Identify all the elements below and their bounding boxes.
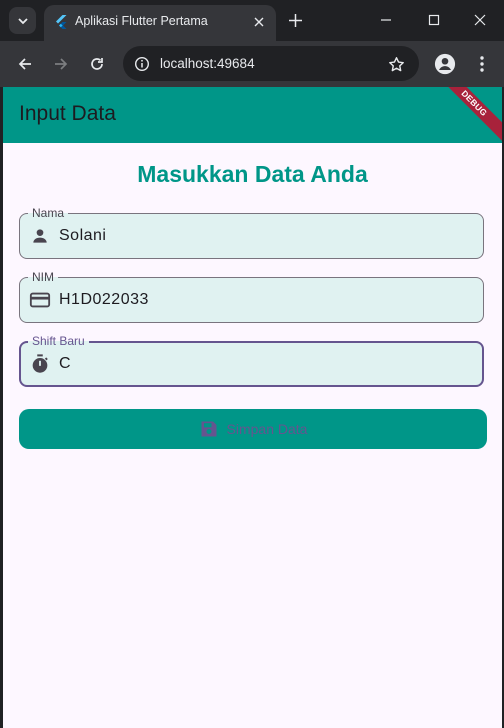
maximize-button[interactable]	[417, 6, 451, 34]
plus-icon	[288, 13, 302, 27]
maximize-icon	[428, 14, 440, 26]
timer-icon	[29, 353, 51, 375]
browser-menu-button[interactable]	[470, 52, 494, 76]
shift-baru-field[interactable]: Shift Baru C	[19, 334, 484, 387]
field-value: H1D022033	[59, 291, 149, 308]
new-tab-button[interactable]	[284, 9, 306, 31]
app-bar-title: Input Data	[19, 102, 116, 125]
person-icon	[29, 225, 51, 247]
tab-strip: Aplikasi Flutter Pertama	[0, 0, 504, 41]
debug-banner: DEBUG	[434, 87, 502, 144]
minimize-icon	[381, 19, 391, 21]
page-heading: Masukkan Data Anda	[137, 161, 368, 187]
more-vert-icon	[480, 56, 484, 72]
bookmark-button[interactable]	[385, 53, 407, 75]
close-icon	[474, 14, 486, 26]
field-label: NIM	[28, 270, 58, 284]
arrow-left-icon	[18, 58, 31, 70]
browser-tab[interactable]: Aplikasi Flutter Pertama	[44, 5, 276, 41]
close-icon	[254, 17, 264, 27]
app-bar: Input Data DEBUG	[3, 87, 502, 144]
close-window-button[interactable]	[463, 6, 497, 34]
tab-search-button[interactable]	[9, 7, 36, 34]
reload-icon	[91, 58, 103, 70]
flutter-logo-icon	[56, 15, 67, 29]
field-label: Shift Baru	[28, 334, 89, 348]
forward-button[interactable]	[47, 50, 75, 78]
tab-title: Aplikasi Flutter Pertama	[75, 14, 208, 28]
browser-toolbar: localhost:49684	[0, 41, 504, 87]
account-icon	[434, 53, 456, 75]
reload-button[interactable]	[83, 50, 111, 78]
star-icon	[388, 56, 404, 71]
field-label: Nama	[28, 206, 69, 220]
nama-field[interactable]: Nama Solani	[19, 206, 484, 259]
field-value: C	[59, 355, 72, 372]
tune-icon	[134, 56, 150, 72]
app-viewport: Input Data DEBUG Masukkan Data Anda Nama…	[3, 87, 502, 728]
address-bar[interactable]: localhost:49684	[123, 46, 419, 81]
simpan-data-button[interactable]: Simpan Data	[19, 409, 487, 449]
url-text: localhost:49684	[160, 56, 255, 71]
credit-card-icon	[29, 289, 51, 311]
minimize-button[interactable]	[369, 6, 403, 34]
tab-close-button[interactable]	[249, 12, 269, 32]
site-info-button[interactable]	[131, 53, 153, 75]
chevron-down-icon	[17, 17, 28, 24]
button-label: Simpan Data	[226, 421, 308, 437]
save-icon	[201, 421, 217, 437]
nim-field[interactable]: NIM H1D022033	[19, 270, 484, 323]
profile-button[interactable]	[433, 52, 457, 76]
arrow-right-icon	[55, 58, 68, 70]
field-value: Solani	[59, 227, 107, 244]
back-button[interactable]	[11, 50, 39, 78]
